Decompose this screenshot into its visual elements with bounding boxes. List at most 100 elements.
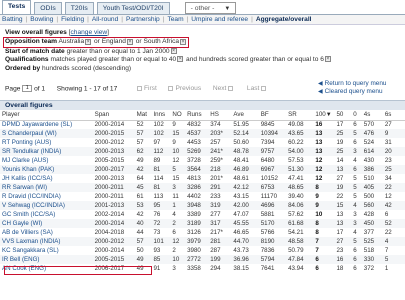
cell-player[interactable]: RR Sarwan (WI) [0,183,93,192]
cell-no: 11 [170,192,186,201]
cell-mat: 64 [134,174,152,183]
cell-player[interactable]: SR Tendulkar (INDIA) [0,147,93,156]
or-text: or [94,38,100,46]
cell-player[interactable]: VVS Laxman (INDIA) [0,237,93,246]
remove-filter-icon[interactable]: × [85,38,92,45]
cell-ducks: 5 [351,174,362,183]
cell-player[interactable]: DPMD Jayawardene (SL) [0,120,93,129]
cell-ave: 44.70 [231,237,259,246]
cell-hundreds: 13 [313,147,335,156]
subnav-umpire[interactable]: Umpire and referee [191,16,248,23]
col-sr[interactable]: SR [286,111,314,121]
next-page-icon [228,86,234,91]
cell-ducks: 3 [351,147,362,156]
cell-span: 2000-2014 [92,120,135,129]
cell-hundreds: 13 [313,129,335,138]
change-view-link[interactable]: change view [71,29,108,36]
cell-ave: 48.41 [231,156,259,165]
cell-hs: 317 [208,219,232,228]
cell-player[interactable]: V Sehwag (ICC/INDIA) [0,201,93,210]
subnav-fielding[interactable]: Fielding [61,16,84,23]
stat-type-nav: Batting | Bowling | Fielding | All-round | Partn… [0,14,405,25]
remove-filter-icon[interactable]: × [324,56,331,63]
col-50[interactable]: 50 [334,111,352,121]
col-0[interactable]: 0 [351,111,362,121]
subnav-team[interactable]: Team [167,16,183,23]
col-no[interactable]: NO [170,111,186,121]
cell-player[interactable]: GC Smith (ICC/SA) [0,210,93,219]
cell-player[interactable]: IR Bell (ENG) [0,255,93,264]
cell-no: 3 [170,264,186,273]
cleared-query-menu[interactable]: ◀ Cleared query menu [318,88,386,96]
col-inns[interactable]: Inns [151,111,171,121]
cell-ducks: 6 [351,255,362,264]
cell-bf: 10152 [258,174,287,183]
cell-sr: 47.41 [286,174,314,183]
cell-mat: 52 [134,120,152,129]
col-100-label: 100 [315,111,326,119]
cell-player[interactable]: Younis Khan (PAK) [0,165,93,174]
cell-fifties: 17 [334,228,352,237]
tab-tests[interactable]: Tests [2,0,32,14]
subnav-bowling[interactable]: Bowling [30,16,53,23]
col-100[interactable]: 100▼ [313,111,335,121]
subnav-all-round[interactable]: All-round [92,16,118,23]
cell-mat: 61 [134,192,152,201]
cell-inns: 81 [151,165,171,174]
cell-hundreds: 10 [313,210,335,219]
subnav-batting[interactable]: Batting [2,16,23,23]
last-page-button[interactable]: Last [247,85,268,92]
col-ave[interactable]: Ave [231,111,259,121]
cell-player[interactable]: MJ Clarke (AUS) [0,156,93,165]
cell-ave: 38.15 [231,264,259,273]
col-player[interactable]: Player [0,111,93,121]
table-row: GC Smith (ICC/SA) 2002-2014 42 76 4 3389 277 47… [0,210,405,219]
other-format-select[interactable]: - other - ▼ [184,2,237,14]
col-mat[interactable]: Mat [134,111,152,121]
ordered-by-value: hundreds scored (descending) [42,64,132,72]
col-hs[interactable]: HS [208,111,232,121]
previous-page-button[interactable]: Previous [168,85,201,92]
cell-ave: 48.61 [231,174,259,183]
cell-hundreds: 12 [313,174,335,183]
remove-filter-icon[interactable]: × [177,56,184,63]
cell-player[interactable]: CH Gayle (WI) [0,219,93,228]
remove-filter-icon[interactable]: × [180,38,187,45]
subnav-separator: | [162,16,165,23]
subnav-separator: | [25,16,28,23]
tab-odis[interactable]: ODIs [34,2,62,14]
page-number-input[interactable]: 1 [22,85,33,92]
cell-player[interactable]: AN Cook (ENG) [0,264,93,273]
cell-inns: 113 [151,192,171,201]
opposition-team-3: South Africa [143,38,180,46]
cell-player[interactable]: S Chanderpaul (WI) [0,129,93,138]
tab-youth[interactable]: Youth Test/ODI/T20I [96,2,170,14]
cell-mat: 57 [134,138,152,147]
cell-player[interactable]: R Dravid (ICC/INDIA) [0,192,93,201]
return-query-menu[interactable]: ◀ Return to query menu [318,80,386,88]
col-bf[interactable]: BF [258,111,287,121]
cell-fifties: 18 [334,264,352,273]
cell-player[interactable]: RT Ponting (AUS) [0,138,93,147]
col-runs[interactable]: Runs [185,111,209,121]
cell-no: 9 [170,138,186,147]
cell-runs: 4453 [185,138,209,147]
first-page-button[interactable]: First [136,85,157,92]
cell-bf: 5170 [258,219,287,228]
col-span[interactable]: Span [92,111,135,121]
remove-filter-icon[interactable]: × [126,38,133,45]
remove-filter-icon[interactable]: × [170,48,177,55]
col-4s[interactable]: 4s [361,111,383,121]
view-label: View overall figures [5,29,67,36]
cell-player[interactable]: AB de Villiers (SA) [0,228,93,237]
subnav-partnership[interactable]: Partnership [126,16,160,23]
next-page-button[interactable]: Next [213,85,235,92]
cell-player[interactable]: JH Kallis (ICC/SA) [0,174,93,183]
table-row: MJ Clarke (AUS) 2005-2015 49 89 12 3728 259* 48… [0,156,405,165]
subnav-separator: | [56,16,59,23]
cell-hs: 319 [208,201,232,210]
tab-t20is[interactable]: T20Is [64,2,94,14]
subnav-aggregate[interactable]: Aggregate/overall [256,16,312,23]
col-6s[interactable]: 6s [382,111,405,121]
cell-player[interactable]: KC Sangakkara (SL) [0,246,93,255]
